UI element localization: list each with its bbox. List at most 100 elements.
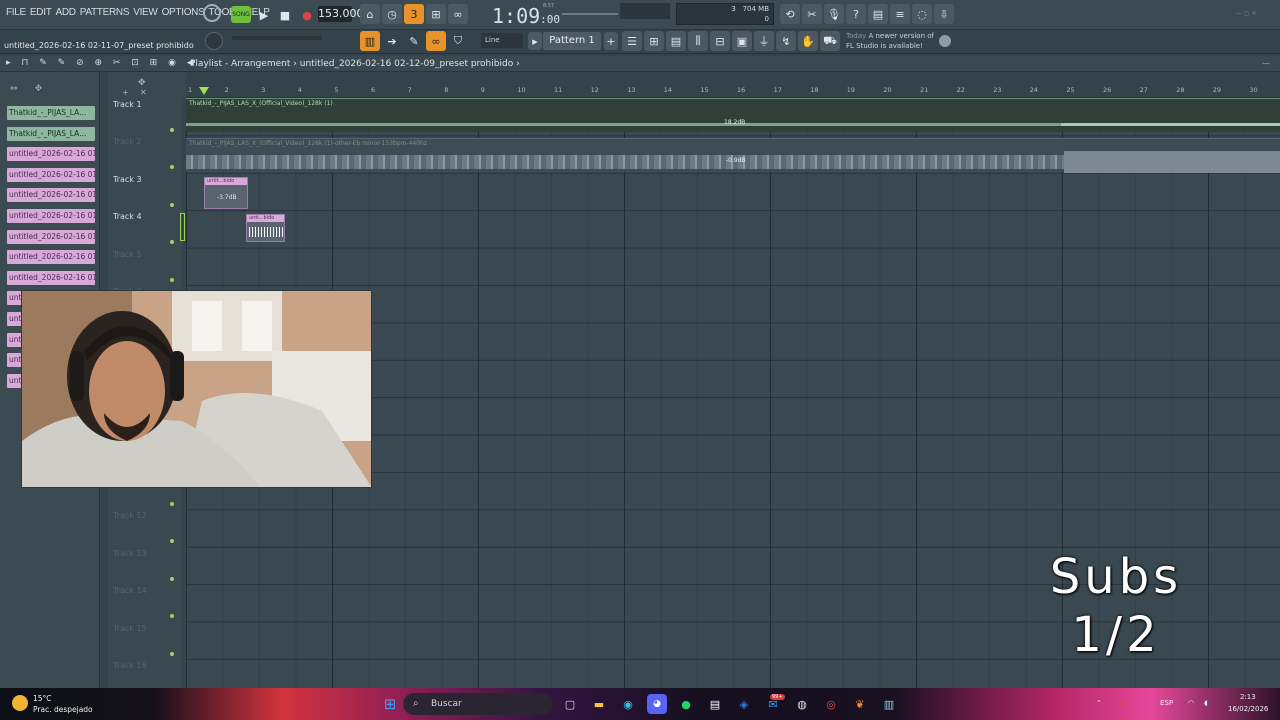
timeline-ruler[interactable]: 1 2 3 4 5 6 7 8 9 10 11 12 13 14 15 16 17 18 19 20 21 22 23 24 2… (186, 86, 1280, 98)
browser-icon[interactable]: ⊟ (710, 31, 730, 51)
picker-item[interactable]: untitled_2026-02-16 01-... (7, 147, 95, 162)
weather-temp[interactable]: 15°C (33, 694, 52, 703)
track-label[interactable]: Track 4 (113, 212, 142, 221)
mixer-window-icon[interactable]: ⫼ (688, 31, 708, 51)
arrow-tool-icon[interactable]: ➔ (382, 31, 402, 51)
snap-select[interactable]: Line (481, 33, 523, 48)
window-controls[interactable]: — ▢ ✕ (1236, 10, 1276, 17)
pencil-tool-icon[interactable]: ✎ (404, 31, 424, 51)
main-pitch-slider[interactable] (232, 36, 322, 40)
piano-roll-icon[interactable]: ⊞ (644, 31, 664, 51)
tray-mic-icon[interactable]: ● (1120, 699, 1126, 707)
store-icon[interactable]: ▤ (705, 694, 725, 714)
fl-studio-icon[interactable]: ❦ (850, 694, 870, 714)
clock-time[interactable]: 2:13 (1240, 693, 1256, 701)
track-label[interactable]: Track 2 (113, 137, 142, 146)
plug-icon[interactable]: ⏚ (754, 31, 774, 51)
cut-icon[interactable]: ✂ (802, 4, 822, 24)
help-icon[interactable]: ? (846, 4, 866, 24)
picker-item[interactable]: untitled_2026-02-16 01-... (7, 270, 95, 285)
picker-item[interactable]: untitled_2026-02-16 01-... (7, 209, 95, 223)
audio-clip-track1[interactable]: Thatkid_-_PIJAS_LAS_X_(Official_Video)_1… (186, 98, 1280, 132)
undo-history-icon[interactable]: ⟲ (780, 4, 800, 24)
pattern-selector[interactable]: Pattern 1 (543, 32, 601, 50)
chat-icon[interactable]: ◌ (912, 4, 932, 24)
track-label[interactable]: Track 12 (113, 511, 147, 520)
master-pitch-slider[interactable] (562, 13, 618, 15)
picker-item[interactable]: untitled_2026-02-16 01-... (7, 250, 95, 265)
track-mute-led[interactable] (170, 128, 174, 132)
taskbar-search[interactable]: Buscar (403, 693, 553, 715)
touch-icon[interactable]: ✋ (798, 31, 818, 51)
playlist-tool-icons[interactable]: ▸ ⊓ ✎ ✎ ⊘ ⊕ ✂ ⊡ ⊞ ◉ ◀ (6, 58, 198, 68)
playlist-icon[interactable]: ☰ (622, 31, 642, 51)
track-mute-led[interactable] (170, 576, 174, 581)
pattern-clip-track3[interactable]: untit...bido -3.7dB (204, 177, 248, 209)
track-label[interactable]: Track 1 (113, 100, 142, 109)
language-indicator[interactable]: ESP (1160, 699, 1173, 707)
picker-item[interactable]: untitled_2026-02-16 01-... (7, 167, 95, 182)
track-mute-led[interactable] (170, 651, 174, 656)
master-volume-knob[interactable] (205, 32, 223, 50)
picker-item[interactable]: untitled_2026-02-16 01-... (7, 188, 95, 203)
stamp-tool-icon[interactable]: ⛉ (448, 31, 468, 51)
track-label[interactable]: Track 14 (113, 586, 147, 595)
close-track-icon[interactable]: ✕ (140, 88, 147, 97)
track-label[interactable]: Track 13 (113, 549, 147, 558)
playlist-minimize-icon[interactable]: — (1262, 59, 1270, 68)
pattern-prev-icon[interactable]: ▸ (528, 32, 542, 50)
edison-icon[interactable]: ↯ (776, 31, 796, 51)
picker-item[interactable]: untitled_2026-02-16 01-... (7, 229, 95, 244)
save-icon[interactable]: ▤ (868, 4, 888, 24)
weather-desc[interactable]: Prac. despejado (33, 705, 93, 714)
windows-start-icon[interactable]: ⊞ (380, 694, 400, 714)
menu-file[interactable]: FILE (4, 7, 28, 18)
track-label[interactable]: Track 5 (113, 250, 142, 259)
track-mute-led[interactable] (170, 539, 174, 544)
file-explorer-icon[interactable]: ▬ (589, 694, 609, 714)
track-mute-led[interactable] (170, 165, 174, 170)
clock-date[interactable]: 16/02/2026 (1228, 705, 1268, 713)
pattern-add-icon[interactable]: + (604, 32, 618, 50)
record-button[interactable]: ● (297, 5, 317, 25)
picker-item[interactable]: Thatkid_-_PIJAS_LA... (7, 106, 95, 120)
menu-view[interactable]: VIEW (131, 7, 159, 18)
wait-input-icon[interactable]: ◷ (382, 4, 402, 24)
track-mute-led[interactable] (170, 614, 174, 619)
track-label[interactable]: Track 3 (113, 175, 142, 184)
add-track-icon[interactable]: + (122, 88, 129, 97)
task-view-icon[interactable]: ▢ (560, 694, 580, 714)
discord-icon[interactable]: ◕ (647, 694, 667, 714)
menu-patterns[interactable]: PATTERNS (78, 7, 131, 18)
spotify-icon[interactable]: ● (676, 694, 696, 714)
chrome-icon[interactable]: ◎ (821, 694, 841, 714)
notepad-icon[interactable]: ▥ (879, 694, 899, 714)
countdown-icon[interactable]: 3 (404, 4, 424, 24)
picker-item[interactable]: Thatkid_-_PIJAS_LA... (7, 126, 95, 141)
tray-expand-icon[interactable]: ⌃ (1096, 699, 1102, 707)
mixer-icon[interactable]: ≡ (890, 4, 910, 24)
track-label[interactable]: Track 16 (113, 661, 147, 670)
track-mute-led[interactable] (170, 277, 174, 282)
weather-icon[interactable] (12, 695, 28, 711)
play-button[interactable]: ▶ (254, 5, 274, 25)
zoom-icon[interactable]: ✥ (138, 78, 146, 88)
wifi-icon[interactable]: ◠ (1188, 699, 1194, 707)
globe-icon[interactable] (939, 35, 951, 47)
volume-icon[interactable]: ◖ (1204, 699, 1208, 707)
pattern-clip-track4[interactable]: unti...bido (246, 214, 285, 242)
edge-icon[interactable]: ◉ (618, 694, 638, 714)
step-edit-icon[interactable]: ⊞ (426, 4, 446, 24)
audio-clip-track2[interactable]: Thatkid_-_PIJAS_LAS_X_(Official_Video)_1… (186, 138, 1280, 173)
channel-rack-icon[interactable]: ▤ (666, 31, 686, 51)
news-panel[interactable]: Today A newer version of FL Studio is av… (846, 31, 936, 51)
metronome-icon[interactable]: ⌂ (360, 4, 380, 24)
track-mute-led[interactable] (170, 202, 174, 207)
plugin-icon[interactable]: ▣ (732, 31, 752, 51)
piano-roll-snap-icon[interactable]: ▥ (360, 31, 380, 51)
microphone-icon[interactable]: 🎙 (824, 4, 844, 24)
playhead-marker-icon[interactable] (199, 87, 209, 95)
steam-icon[interactable]: ◍ (792, 694, 812, 714)
menu-add[interactable]: ADD (54, 7, 78, 18)
marketplace-icon[interactable]: ⛟ (820, 31, 840, 51)
